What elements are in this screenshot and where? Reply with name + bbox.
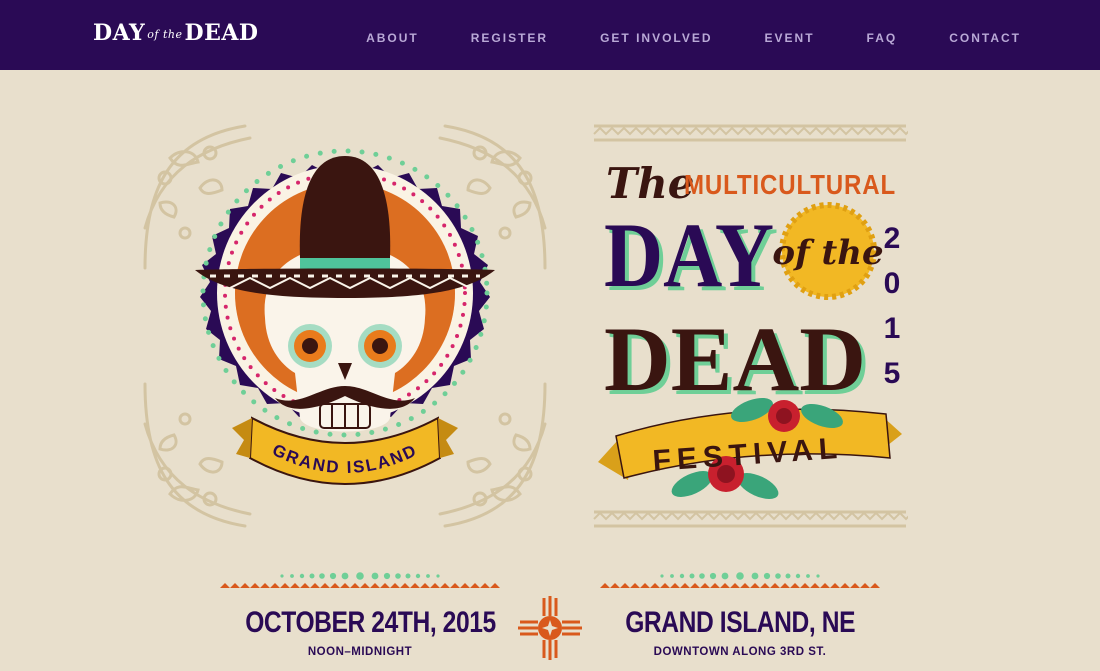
zia-sun-icon xyxy=(518,596,582,660)
title-multicultural: MULTICULTURAL xyxy=(684,169,896,200)
year-digit-2: 2 xyxy=(884,222,901,255)
title-the: The xyxy=(606,159,695,208)
logo-dead: DEAD xyxy=(184,20,259,46)
divider-ornament xyxy=(600,572,880,588)
title-dead: DEAD xyxy=(604,308,866,410)
event-location-block: GRAND ISLAND, NE DOWNTOWN ALONG 3RD ST. xyxy=(600,572,880,658)
logo-of-the: of the xyxy=(147,28,183,41)
year-digit-5: 5 xyxy=(884,357,901,390)
title-of-the: of the xyxy=(772,233,883,273)
event-time: NOON–MIDNIGHT xyxy=(307,646,413,658)
event-location: GRAND ISLAND, NE xyxy=(625,606,856,639)
site-logo[interactable]: DAY of theDEAD xyxy=(93,20,258,46)
nav-contact[interactable]: CONTACT xyxy=(949,31,1021,45)
main-nav: ABOUT REGISTER GET INVOLVED EVENT FAQ CO… xyxy=(366,31,1021,45)
divider-ornament xyxy=(220,572,500,588)
event-date: OCTOBER 24TH, 2015 xyxy=(245,606,496,639)
nav-event[interactable]: EVENT xyxy=(765,31,815,45)
event-address: DOWNTOWN ALONG 3RD ST. xyxy=(653,646,827,658)
top-navigation-bar: DAY of theDEAD ABOUT REGISTER GET INVOLVE… xyxy=(0,0,1100,70)
event-date-block: OCTOBER 24TH, 2015 NOON–MIDNIGHT xyxy=(220,572,500,658)
nav-register[interactable]: REGISTER xyxy=(471,31,548,45)
logo-day: DAY xyxy=(93,20,146,46)
title-day: DAY xyxy=(604,204,774,306)
festival-title-illustration: The MULTICULTURAL DAY DAY of the 2 0 1 5… xyxy=(593,124,908,528)
nav-get-involved[interactable]: GET INVOLVED xyxy=(600,31,712,45)
nav-faq[interactable]: FAQ xyxy=(867,31,898,45)
year-digit-1: 1 xyxy=(884,312,901,345)
nav-about[interactable]: ABOUT xyxy=(366,31,419,45)
year-digit-0: 0 xyxy=(884,267,901,300)
sugar-skull-illustration: GRAND ISLAND xyxy=(143,124,547,528)
